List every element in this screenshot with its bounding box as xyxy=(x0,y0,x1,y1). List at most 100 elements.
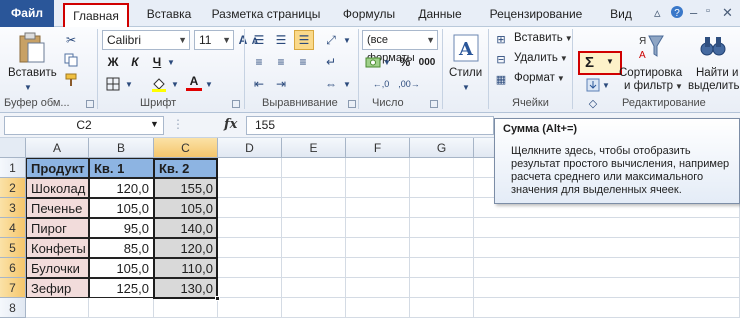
font-color-dropdown-icon[interactable]: ▼ xyxy=(204,75,214,93)
tab-data[interactable]: Данные xyxy=(411,3,469,27)
clear-icon[interactable]: ◇ xyxy=(584,97,602,110)
paste-icon[interactable] xyxy=(14,31,48,65)
empty-cell[interactable] xyxy=(410,178,474,198)
cut-icon[interactable]: ✂ xyxy=(62,31,80,49)
decrease-decimal-icon[interactable]: ,00→ xyxy=(398,75,420,93)
empty-cell[interactable] xyxy=(346,218,410,238)
fill-icon[interactable] xyxy=(584,77,602,93)
column-header-e[interactable]: E xyxy=(282,138,346,158)
column-header-f[interactable]: F xyxy=(346,138,410,158)
window-close-icon[interactable]: ✕ xyxy=(722,5,733,21)
decrease-indent-icon[interactable]: ⇤ xyxy=(250,75,268,93)
empty-cell[interactable] xyxy=(218,178,282,198)
orientation-icon[interactable]: ⤢ xyxy=(322,31,340,49)
align-left-icon[interactable]: ≡ xyxy=(250,53,268,71)
tab-formulas[interactable]: Формулы xyxy=(334,3,404,27)
empty-cell[interactable] xyxy=(282,218,346,238)
row-header-6[interactable]: 6 xyxy=(0,258,26,278)
tab-home[interactable]: Главная xyxy=(63,3,129,28)
empty-cell[interactable] xyxy=(474,258,740,278)
fill-color-icon[interactable] xyxy=(150,75,168,93)
empty-cell[interactable] xyxy=(282,178,346,198)
empty-cell[interactable] xyxy=(218,158,282,178)
q1-value-cell[interactable]: 85,0 xyxy=(89,238,154,258)
grow-font-icon[interactable]: A xyxy=(236,31,250,49)
empty-cell[interactable] xyxy=(218,238,282,258)
font-launcher-icon[interactable] xyxy=(232,100,240,108)
row-header-8[interactable]: 8 xyxy=(0,298,26,318)
empty-cell[interactable] xyxy=(474,278,740,298)
empty-cell[interactable] xyxy=(410,258,474,278)
empty-cell[interactable] xyxy=(282,198,346,218)
q1-value-cell[interactable]: 125,0 xyxy=(89,278,154,298)
tab-insert[interactable]: Вставка xyxy=(138,3,200,27)
empty-cell[interactable] xyxy=(282,158,346,178)
insert-cells-icon[interactable]: ⊞ xyxy=(494,31,508,47)
column-header-g[interactable]: G xyxy=(410,138,474,158)
product-cell[interactable]: Зефир xyxy=(26,278,89,298)
empty-cell[interactable] xyxy=(218,258,282,278)
find-select-line2[interactable]: выделить xyxy=(688,80,740,92)
format-cells-button[interactable]: Формат ▼ xyxy=(514,72,565,84)
product-cell[interactable]: Пирог xyxy=(26,218,89,238)
sort-filter-button[interactable]: Сортировка xyxy=(619,67,682,79)
empty-cell[interactable] xyxy=(218,218,282,238)
styles-dropdown-icon[interactable]: ▼ xyxy=(456,82,476,92)
fill-color-dropdown-icon[interactable]: ▼ xyxy=(170,75,180,93)
product-cell[interactable]: Печенье xyxy=(26,198,89,218)
column-header-c[interactable]: C xyxy=(154,138,218,158)
table-header-cell[interactable]: Продукт xyxy=(26,158,89,178)
table-header-cell[interactable]: Кв. 1 xyxy=(89,158,154,178)
format-cells-icon[interactable]: ▦ xyxy=(494,71,508,87)
increase-indent-icon[interactable]: ⇥ xyxy=(272,75,290,93)
underline-button[interactable]: Ч xyxy=(148,53,166,71)
empty-cell[interactable] xyxy=(474,298,740,318)
number-launcher-icon[interactable] xyxy=(430,100,438,108)
align-top-icon[interactable]: ☰ xyxy=(250,31,268,49)
styles-button[interactable]: Стили xyxy=(449,67,482,79)
empty-cell[interactable] xyxy=(346,178,410,198)
empty-cell[interactable] xyxy=(346,198,410,218)
find-select-button[interactable]: Найти и xyxy=(696,67,738,79)
comma-style-button[interactable]: 000 xyxy=(416,53,438,71)
q1-value-cell[interactable]: 105,0 xyxy=(89,258,154,278)
empty-cell[interactable] xyxy=(346,158,410,178)
font-size-combo[interactable]: 11 ▼ xyxy=(194,30,234,50)
empty-cell[interactable] xyxy=(346,298,410,318)
font-name-combo[interactable]: Calibri ▼ xyxy=(102,30,190,50)
q1-value-cell[interactable]: 105,0 xyxy=(89,198,154,218)
empty-cell[interactable] xyxy=(282,238,346,258)
column-header-d[interactable]: D xyxy=(218,138,282,158)
row-header-2[interactable]: 2 xyxy=(0,178,26,198)
name-box[interactable]: C2 xyxy=(4,116,164,135)
autosum-dropdown-icon[interactable]: ▼ xyxy=(606,57,614,66)
empty-cell[interactable] xyxy=(346,258,410,278)
delete-cells-icon[interactable]: ⊟ xyxy=(494,51,508,67)
tab-file[interactable]: Файл xyxy=(0,0,54,27)
empty-cell[interactable] xyxy=(474,218,740,238)
row-header-4[interactable]: 4 xyxy=(0,218,26,238)
empty-cell[interactable] xyxy=(474,238,740,258)
currency-dropdown-icon[interactable]: ▼ xyxy=(383,53,391,71)
bold-button[interactable]: Ж xyxy=(104,53,122,71)
underline-dropdown-icon[interactable]: ▼ xyxy=(166,53,176,71)
tab-view[interactable]: Вид xyxy=(603,3,639,27)
product-cell[interactable]: Булочки xyxy=(26,258,89,278)
formula-input[interactable]: 155 xyxy=(246,116,494,135)
empty-cell[interactable] xyxy=(89,298,154,318)
row-header-5[interactable]: 5 xyxy=(0,238,26,258)
align-center-icon[interactable]: ≡ xyxy=(272,53,290,71)
align-right-icon[interactable]: ≡ xyxy=(294,53,312,71)
empty-cell[interactable] xyxy=(410,278,474,298)
minimize-ribbon-icon[interactable]: ▵ xyxy=(654,5,661,21)
empty-cell[interactable] xyxy=(346,278,410,298)
empty-cell[interactable] xyxy=(346,238,410,258)
font-color-button[interactable]: A xyxy=(186,73,202,91)
insert-cells-button[interactable]: Вставить ▼ xyxy=(514,32,573,44)
clipboard-launcher-icon[interactable] xyxy=(86,100,94,108)
format-painter-icon[interactable] xyxy=(62,71,80,89)
align-middle-icon[interactable]: ☰ xyxy=(272,31,290,49)
empty-cell[interactable] xyxy=(218,298,282,318)
row-header-7[interactable]: 7 xyxy=(0,278,26,298)
empty-cell[interactable] xyxy=(218,278,282,298)
